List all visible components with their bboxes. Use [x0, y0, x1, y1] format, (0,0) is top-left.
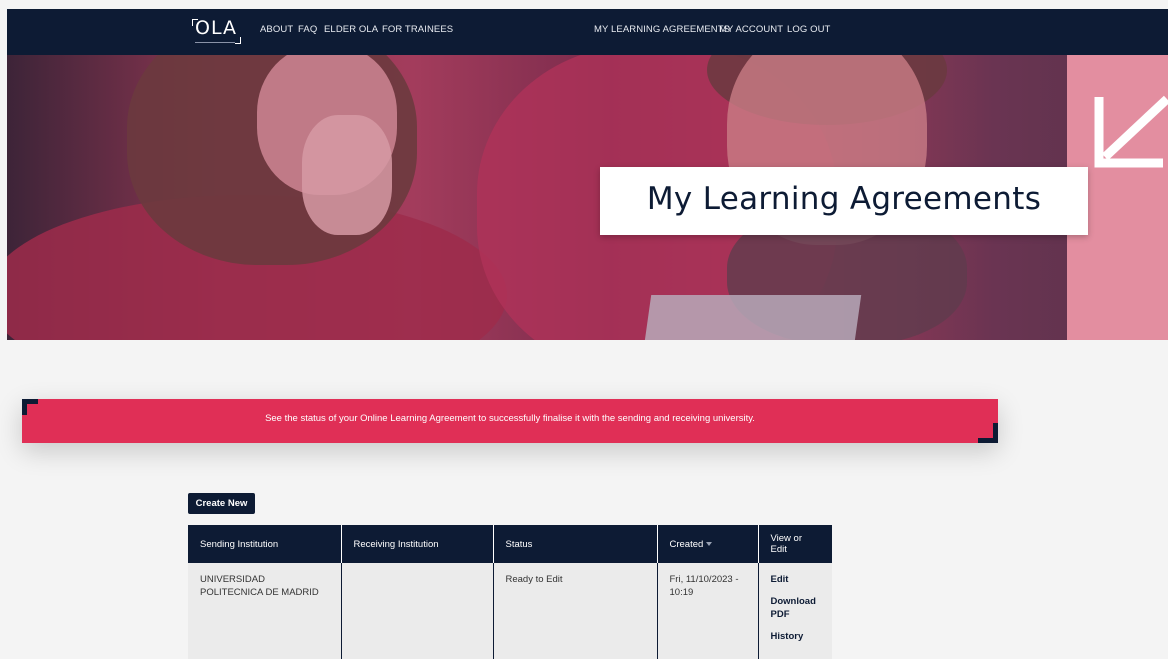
top-nav: OLA ABOUT FAQ ELDER OLA FOR TRAINEES MY … [7, 9, 1168, 55]
header-created[interactable]: Created [657, 525, 759, 563]
sort-descending-icon[interactable] [706, 541, 713, 546]
cell-created: Fri, 11/10/2023 - 10:19 [657, 563, 759, 659]
corner-bracket-icon [978, 423, 998, 443]
download-pdf-link[interactable]: Download PDF [771, 595, 821, 621]
cell-actions: Edit Download PDF History [758, 563, 832, 659]
info-banner: See the status of your Online Learning A… [22, 399, 998, 443]
cell-status: Ready to Edit [493, 563, 658, 659]
header-sending-institution[interactable]: Sending Institution [188, 525, 342, 563]
arrow-down-left-icon [1094, 95, 1168, 168]
header-status[interactable]: Status [493, 525, 658, 563]
cell-sending-institution: UNIVERSIDAD POLITECNICA DE MADRID [188, 563, 342, 659]
page-title: My Learning Agreements [646, 181, 1042, 217]
nav-link-for-trainees[interactable]: FOR TRAINEES [382, 24, 453, 35]
learning-agreements-table: Sending Institution Receiving Institutio… [188, 525, 832, 659]
header-receiving-institution[interactable]: Receiving Institution [341, 525, 494, 563]
edit-link[interactable]: Edit [771, 573, 821, 586]
nav-link-about[interactable]: ABOUT [260, 24, 293, 35]
table-header-row: Sending Institution Receiving Institutio… [188, 525, 832, 563]
logo-bracket-icon [192, 19, 198, 26]
ola-logo[interactable]: OLA [192, 17, 241, 44]
logo-tagline-line [195, 42, 235, 43]
nav-link-elder-ola[interactable]: ELDER OLA [324, 24, 378, 35]
cell-receiving-institution [341, 563, 494, 659]
table-row: UNIVERSIDAD POLITECNICA DE MADRID Ready … [188, 563, 832, 659]
nav-link-faq[interactable]: FAQ [298, 24, 317, 35]
hero-banner: My Learning Agreements [7, 55, 1168, 340]
page-title-box: My Learning Agreements [600, 167, 1088, 235]
hero-photo-shape [302, 115, 392, 235]
header-view-or-edit: View or Edit [758, 525, 832, 563]
hero-photo-shape [642, 295, 862, 340]
create-new-button[interactable]: Create New [188, 493, 255, 514]
page: OLA ABOUT FAQ ELDER OLA FOR TRAINEES MY … [7, 9, 1168, 659]
logo-bracket-icon [234, 37, 241, 44]
info-banner-text: See the status of your Online Learning A… [265, 413, 755, 424]
nav-link-my-account[interactable]: MY ACCOUNT [719, 24, 783, 35]
history-link[interactable]: History [771, 630, 821, 643]
nav-link-my-learning-agreements[interactable]: MY LEARNING AGREEMENTS [594, 24, 730, 35]
logo-text: OLA [195, 17, 237, 39]
nav-link-log-out[interactable]: LOG OUT [787, 24, 830, 35]
header-created-label: Created [669, 538, 704, 550]
